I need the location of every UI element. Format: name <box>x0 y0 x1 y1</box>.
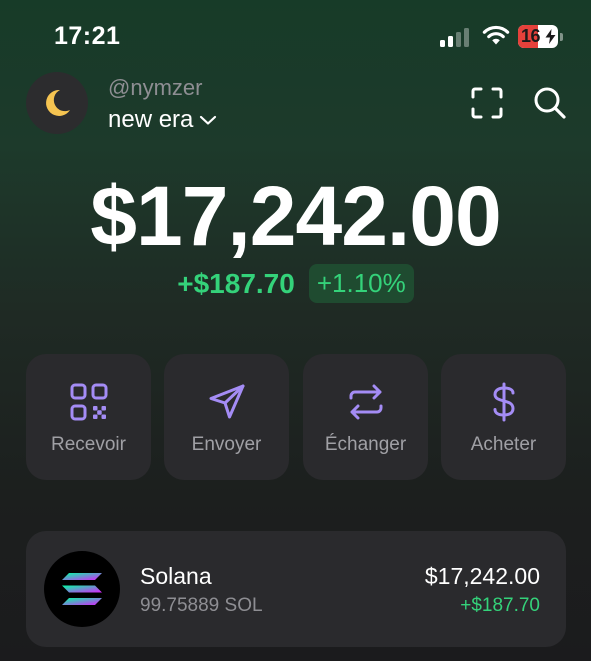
token-value: $17,242.00 <box>424 563 540 589</box>
quick-actions: Recevoir Envoyer Échanger Acheter <box>26 354 566 480</box>
total-balance: $17,242.00 <box>90 169 501 263</box>
search-button[interactable] <box>532 85 568 121</box>
receive-button[interactable]: Recevoir <box>26 354 151 480</box>
token-name: Solana <box>140 563 212 589</box>
status-time: 17:21 <box>54 22 121 50</box>
buy-label: Acheter <box>470 434 537 455</box>
balance-change: +$187.70 +1.10% <box>0 264 591 303</box>
battery-level: 16 <box>521 26 541 46</box>
scan-icon <box>471 87 503 119</box>
qr-code-icon <box>70 383 107 421</box>
account-name: new era <box>108 106 194 133</box>
bolt-icon <box>545 29 556 44</box>
send-label: Envoyer <box>191 434 262 455</box>
account-handle: @nymzer <box>108 75 203 100</box>
account-selector[interactable]: new era <box>108 106 217 134</box>
change-percent-badge: +1.10% <box>308 264 414 303</box>
search-icon <box>534 87 566 119</box>
receive-label: Recevoir <box>51 434 126 455</box>
battery-charging-icon: 16 <box>518 25 564 48</box>
avatar[interactable] <box>26 72 88 134</box>
change-amount: +$187.70 <box>177 267 295 299</box>
scan-button[interactable] <box>469 85 505 121</box>
crescent-moon-icon <box>46 89 70 116</box>
chevron-down-icon <box>200 115 217 125</box>
send-icon <box>209 384 244 419</box>
token-change: +$187.70 <box>460 595 540 616</box>
swap-icon <box>349 384 382 420</box>
solana-logo-icon <box>44 551 120 627</box>
swap-label: Échanger <box>324 434 407 455</box>
wifi-icon <box>482 25 510 45</box>
signal-icon <box>440 27 472 47</box>
token-quantity: 99.75889 SOL <box>140 595 263 616</box>
buy-button[interactable]: Acheter <box>441 354 566 480</box>
swap-button[interactable]: Échanger <box>303 354 428 480</box>
token-row-solana[interactable]: Solana 99.75889 SOL $17,242.00 +$187.70 <box>26 531 566 647</box>
send-button[interactable]: Envoyer <box>164 354 289 480</box>
dollar-icon <box>492 382 515 422</box>
status-bar: 17:21 16 <box>0 0 591 72</box>
